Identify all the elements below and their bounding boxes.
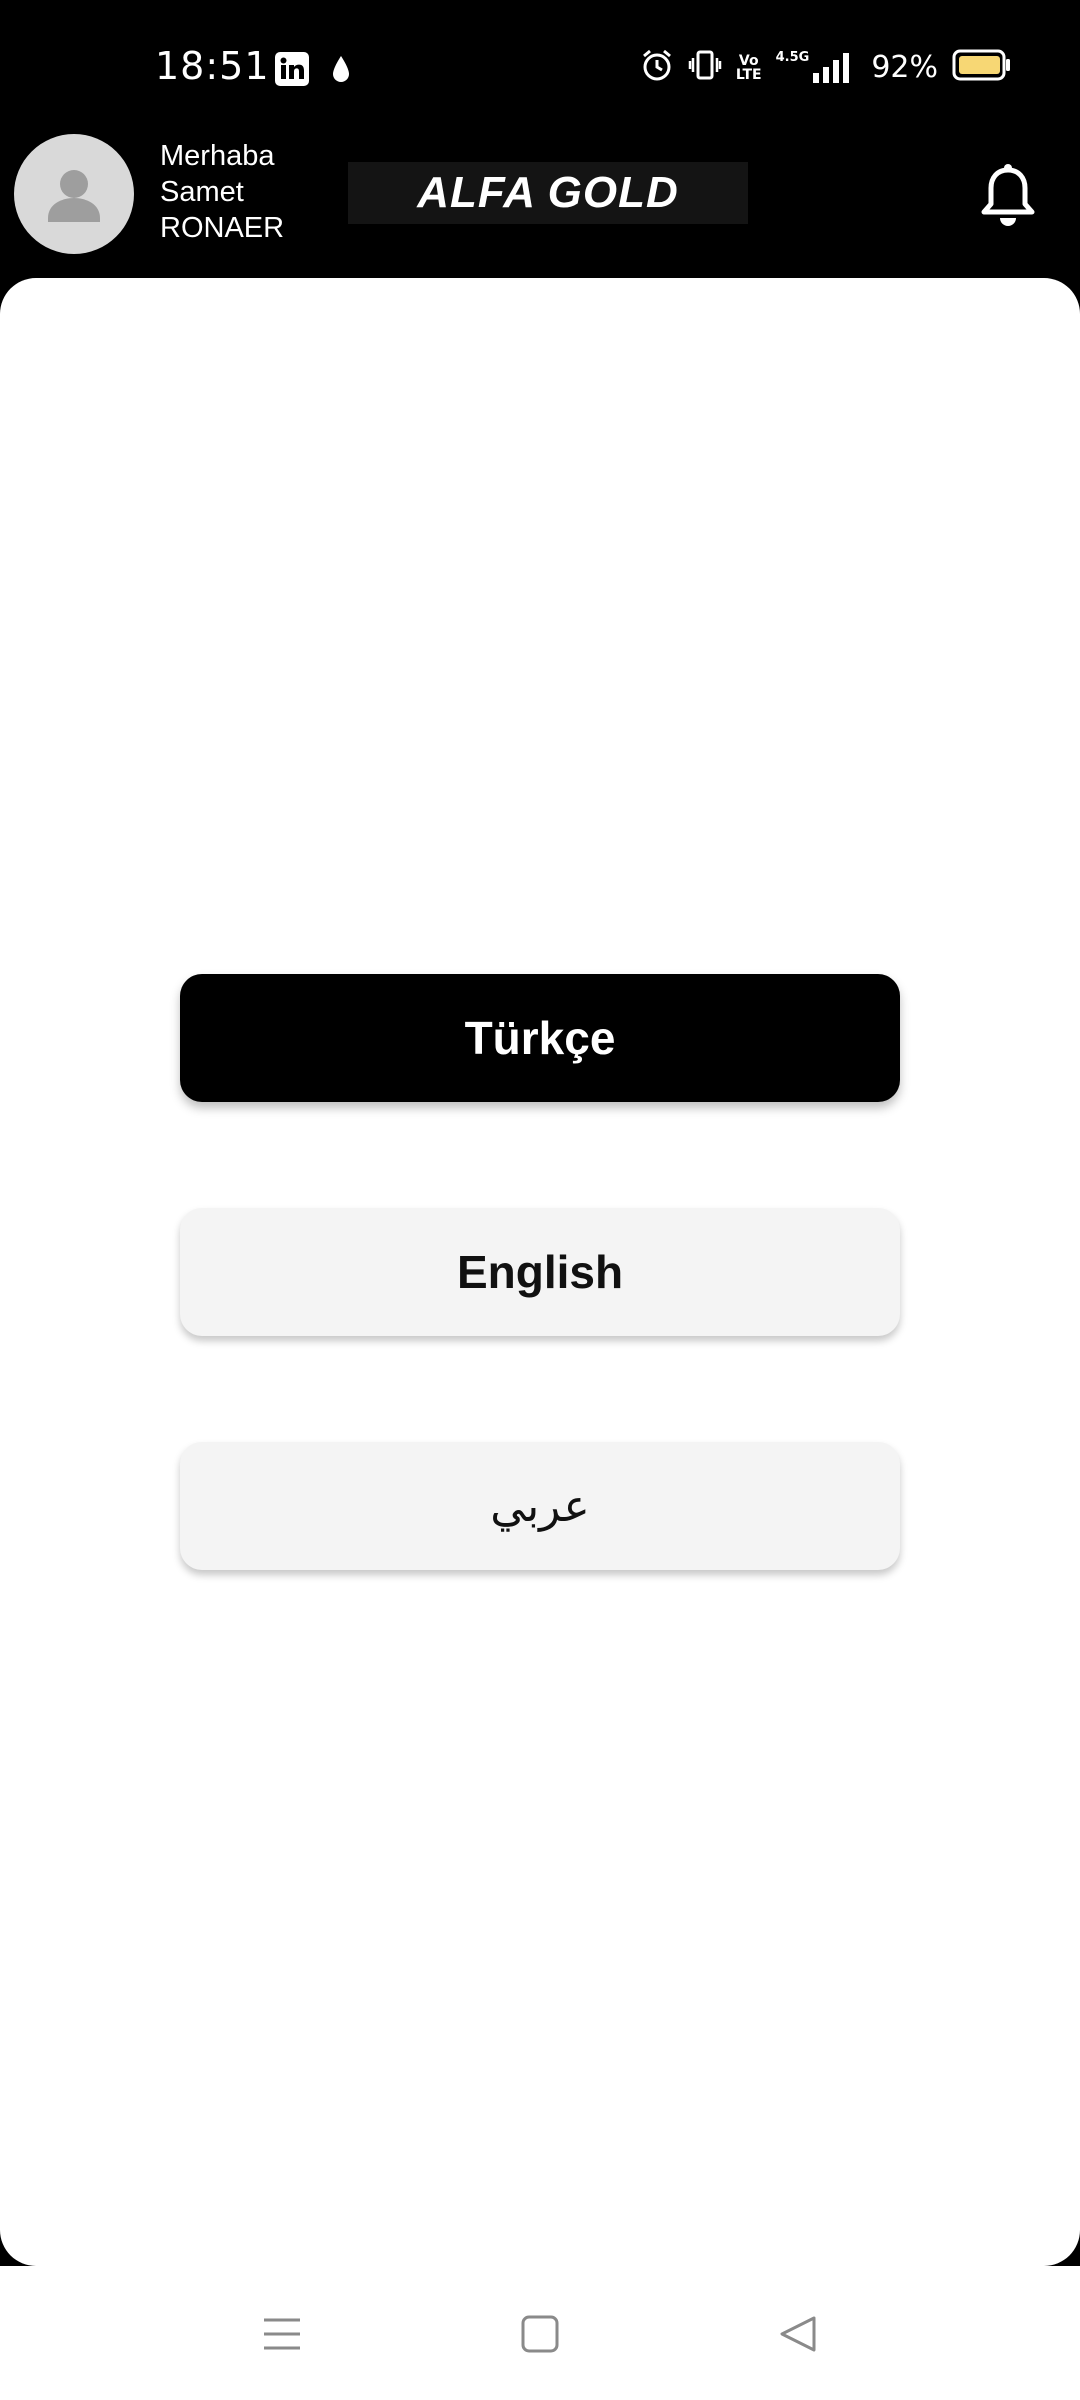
avatar[interactable] <box>14 134 134 254</box>
language-button-arabic[interactable]: عربي <box>180 1442 900 1570</box>
battery-percentage: 92% <box>871 50 938 85</box>
volte-bottom-text: LTE <box>735 66 762 83</box>
network-type-text: 4.5G <box>775 49 810 65</box>
vibrate-icon <box>688 48 722 87</box>
user-first-name: Samet <box>160 176 244 208</box>
recent-apps-icon[interactable] <box>252 2304 312 2364</box>
person-icon <box>48 170 100 222</box>
linkedin-icon <box>275 52 309 91</box>
home-icon[interactable] <box>510 2304 570 2364</box>
alfa-gold-logo: ALFA GOLD <box>348 162 748 224</box>
battery-icon <box>952 49 1012 86</box>
language-button-english[interactable]: English <box>180 1208 900 1336</box>
language-selection-panel: Türkçe English عربي <box>0 278 1080 2266</box>
volte-top-text: Vo <box>738 52 759 69</box>
status-time: 18:51 <box>155 44 270 88</box>
app-header: Merhaba Samet RONAER ALFA GOLD <box>0 132 1080 280</box>
back-icon[interactable] <box>768 2304 828 2364</box>
language-button-turkish[interactable]: Türkçe <box>180 974 900 1102</box>
system-navigation-bar <box>0 2266 1080 2400</box>
status-system-icons: Vo LTE 4.5G 92% <box>640 48 1012 87</box>
status-notification-icons <box>275 52 351 91</box>
alarm-icon <box>640 48 674 87</box>
drop-icon <box>331 54 351 89</box>
user-last-name: RONAER <box>160 212 285 244</box>
volte-indicator: Vo LTE <box>736 54 762 82</box>
greeting-text: Merhaba <box>160 140 275 172</box>
signal-icon: 4.5G <box>775 49 854 85</box>
status-bar: 18:51 Vo LTE 4.5G 92% <box>0 0 1080 132</box>
notification-bell-icon[interactable] <box>980 162 1036 228</box>
user-greeting: Merhaba Samet RONAER <box>160 138 284 246</box>
